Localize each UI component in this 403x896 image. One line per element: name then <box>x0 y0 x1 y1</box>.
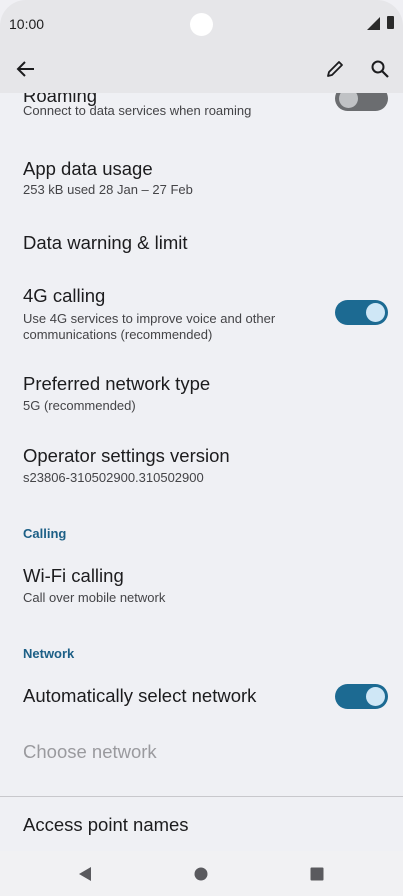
4g-calling-row[interactable]: 4G calling Use 4G services to improve vo… <box>0 285 403 345</box>
toggle-knob <box>339 93 358 108</box>
wifi-calling-title: Wi-Fi calling <box>23 565 124 586</box>
triangle-back-icon <box>79 867 91 881</box>
status-bar: 10:00 <box>0 0 403 48</box>
data-warning-title: Data warning & limit <box>23 232 188 253</box>
edit-button[interactable] <box>319 53 351 85</box>
search-button[interactable] <box>364 53 396 85</box>
operator-version-title: Operator settings version <box>23 445 230 466</box>
status-time: 10:00 <box>9 16 45 32</box>
wifi-calling-row[interactable]: Wi-Fi calling Call over mobile network <box>0 565 403 615</box>
apn-title: Access point names <box>23 814 189 835</box>
4g-calling-title: 4G calling <box>23 285 106 306</box>
app-data-usage-title: App data usage <box>23 158 153 179</box>
apn-row[interactable]: Access point names <box>0 812 403 842</box>
preferred-network-summary: 5G (recommended) <box>23 398 136 413</box>
settings-list: Roaming Connect to data services when ro… <box>0 93 403 851</box>
choose-network-title: Choose network <box>23 741 157 762</box>
auto-network-toggle[interactable] <box>335 684 388 709</box>
operator-version-row[interactable]: Operator settings version s23806-3105029… <box>0 445 403 495</box>
network-section-header: Network <box>23 646 75 661</box>
4g-calling-summary: Use 4G services to improve voice and oth… <box>23 311 276 342</box>
data-warning-row[interactable]: Data warning & limit <box>0 230 403 260</box>
operator-version-summary: s23806-310502900.310502900 <box>23 470 204 485</box>
camera-cutout <box>190 13 213 36</box>
search-icon <box>371 60 389 78</box>
toggle-knob <box>366 303 385 322</box>
wifi-calling-summary: Call over mobile network <box>23 590 166 605</box>
app-data-usage-row[interactable]: App data usage 253 kB used 28 Jan – 27 F… <box>0 158 403 208</box>
navigation-bar <box>0 851 403 896</box>
nav-back-button[interactable] <box>72 861 98 887</box>
roaming-toggle[interactable] <box>335 93 388 111</box>
roaming-row[interactable]: Roaming Connect to data services when ro… <box>0 93 403 133</box>
toggle-knob <box>366 687 385 706</box>
back-button[interactable] <box>10 53 42 85</box>
roaming-summary: Connect to data services when roaming <box>23 103 252 118</box>
phone-screen: 10:00 Roaming Connect to data services w… <box>0 0 403 896</box>
choose-network-row: Choose network <box>0 739 403 769</box>
pencil-icon <box>327 61 343 77</box>
square-recents-icon <box>310 867 324 881</box>
calling-section-header: Calling <box>23 526 67 541</box>
preferred-network-title: Preferred network type <box>23 373 211 394</box>
nav-home-button[interactable] <box>188 861 214 887</box>
battery-icon <box>387 16 394 29</box>
nav-recents-button[interactable] <box>304 861 330 887</box>
app-data-usage-summary: 253 kB used 28 Jan – 27 Feb <box>23 182 193 197</box>
4g-calling-toggle[interactable] <box>335 300 388 325</box>
preferred-network-row[interactable]: Preferred network type 5G (recommended) <box>0 373 403 423</box>
divider <box>0 796 403 797</box>
auto-network-row[interactable]: Automatically select network <box>0 683 403 717</box>
toolbar <box>0 48 403 93</box>
circle-home-icon <box>194 867 208 881</box>
auto-network-title: Automatically select network <box>23 685 257 706</box>
signal-icon <box>367 17 380 30</box>
arrow-left-icon <box>16 61 34 77</box>
